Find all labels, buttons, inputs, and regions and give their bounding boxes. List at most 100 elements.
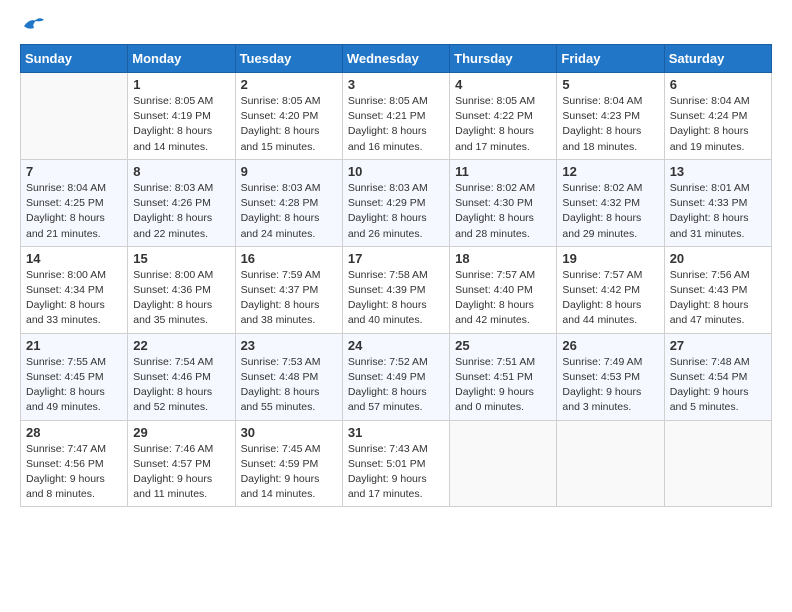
calendar-cell: 31 Sunrise: 7:43 AMSunset: 5:01 PMDayligh… <box>342 420 449 507</box>
calendar-week-row: 1 Sunrise: 8:05 AMSunset: 4:19 PMDaylight… <box>21 73 772 160</box>
day-info: Sunrise: 8:05 AMSunset: 4:21 PMDaylight:… <box>348 94 444 155</box>
page-header <box>20 20 772 34</box>
day-number: 14 <box>26 251 122 266</box>
calendar-week-row: 7Sunrise: 8:04 AMSunset: 4:25 PMDaylight… <box>21 159 772 246</box>
calendar-week-row: 14 Sunrise: 8:00 AMSunset: 4:34 PMDayligh… <box>21 246 772 333</box>
weekday-header-monday: Monday <box>128 45 235 73</box>
day-info: Sunrise: 8:05 AMSunset: 4:22 PMDaylight:… <box>455 94 551 155</box>
calendar-cell: 7Sunrise: 8:04 AMSunset: 4:25 PMDaylight… <box>21 159 128 246</box>
day-number: 28 <box>26 425 122 440</box>
weekday-header-friday: Friday <box>557 45 664 73</box>
day-info: Sunrise: 7:56 AMSunset: 4:43 PMDaylight:… <box>670 268 766 329</box>
weekday-header-saturday: Saturday <box>664 45 771 73</box>
day-number: 22 <box>133 338 229 353</box>
calendar-cell: 24 Sunrise: 7:52 AMSunset: 4:49 PMDayligh… <box>342 333 449 420</box>
calendar-cell: 15 Sunrise: 8:00 AMSunset: 4:36 PMDayligh… <box>128 246 235 333</box>
calendar-cell: 16 Sunrise: 7:59 AMSunset: 4:37 PMDayligh… <box>235 246 342 333</box>
day-info: Sunrise: 7:57 AMSunset: 4:42 PMDaylight:… <box>562 268 658 329</box>
calendar-cell: 19 Sunrise: 7:57 AMSunset: 4:42 PMDayligh… <box>557 246 664 333</box>
day-info: Sunrise: 7:52 AMSunset: 4:49 PMDaylight:… <box>348 355 444 416</box>
day-number: 24 <box>348 338 444 353</box>
calendar-cell: 4 Sunrise: 8:05 AMSunset: 4:22 PMDaylight… <box>450 73 557 160</box>
calendar-cell: 29Sunrise: 7:46 AMSunset: 4:57 PMDayligh… <box>128 420 235 507</box>
day-number: 3 <box>348 77 444 92</box>
day-number: 1 <box>133 77 229 92</box>
day-number: 13 <box>670 164 766 179</box>
day-info: Sunrise: 8:03 AMSunset: 4:29 PMDaylight:… <box>348 181 444 242</box>
calendar-cell: 21Sunrise: 7:55 AMSunset: 4:45 PMDayligh… <box>21 333 128 420</box>
day-number: 19 <box>562 251 658 266</box>
day-number: 16 <box>241 251 337 266</box>
day-number: 25 <box>455 338 551 353</box>
day-info: Sunrise: 7:48 AMSunset: 4:54 PMDaylight:… <box>670 355 766 416</box>
calendar-table: SundayMondayTuesdayWednesdayThursdayFrid… <box>20 44 772 507</box>
day-info: Sunrise: 8:00 AMSunset: 4:36 PMDaylight:… <box>133 268 229 329</box>
day-info: Sunrise: 7:49 AMSunset: 4:53 PMDaylight:… <box>562 355 658 416</box>
day-info: Sunrise: 8:03 AMSunset: 4:28 PMDaylight:… <box>241 181 337 242</box>
day-info: Sunrise: 8:03 AMSunset: 4:26 PMDaylight:… <box>133 181 229 242</box>
calendar-cell: 27 Sunrise: 7:48 AMSunset: 4:54 PMDayligh… <box>664 333 771 420</box>
day-info: Sunrise: 7:47 AMSunset: 4:56 PMDaylight:… <box>26 442 122 503</box>
day-number: 15 <box>133 251 229 266</box>
weekday-header-sunday: Sunday <box>21 45 128 73</box>
calendar-cell: 1 Sunrise: 8:05 AMSunset: 4:19 PMDaylight… <box>128 73 235 160</box>
day-info: Sunrise: 7:45 AMSunset: 4:59 PMDaylight:… <box>241 442 337 503</box>
day-number: 26 <box>562 338 658 353</box>
day-info: Sunrise: 8:02 AMSunset: 4:32 PMDaylight:… <box>562 181 658 242</box>
calendar-cell: 2 Sunrise: 8:05 AMSunset: 4:20 PMDaylight… <box>235 73 342 160</box>
calendar-cell: 20Sunrise: 7:56 AMSunset: 4:43 PMDayligh… <box>664 246 771 333</box>
day-info: Sunrise: 8:05 AMSunset: 4:19 PMDaylight:… <box>133 94 229 155</box>
day-number: 8 <box>133 164 229 179</box>
day-info: Sunrise: 7:51 AMSunset: 4:51 PMDaylight:… <box>455 355 551 416</box>
day-info: Sunrise: 8:02 AMSunset: 4:30 PMDaylight:… <box>455 181 551 242</box>
calendar-cell: 26 Sunrise: 7:49 AMSunset: 4:53 PMDayligh… <box>557 333 664 420</box>
day-number: 21 <box>26 338 122 353</box>
calendar-cell: 3 Sunrise: 8:05 AMSunset: 4:21 PMDaylight… <box>342 73 449 160</box>
day-number: 31 <box>348 425 444 440</box>
calendar-cell: 5Sunrise: 8:04 AMSunset: 4:23 PMDaylight… <box>557 73 664 160</box>
day-number: 18 <box>455 251 551 266</box>
day-info: Sunrise: 8:05 AMSunset: 4:20 PMDaylight:… <box>241 94 337 155</box>
day-number: 4 <box>455 77 551 92</box>
day-info: Sunrise: 8:00 AMSunset: 4:34 PMDaylight:… <box>26 268 122 329</box>
weekday-header-tuesday: Tuesday <box>235 45 342 73</box>
calendar-cell: 25 Sunrise: 7:51 AMSunset: 4:51 PMDayligh… <box>450 333 557 420</box>
calendar-week-row: 28 Sunrise: 7:47 AMSunset: 4:56 PMDayligh… <box>21 420 772 507</box>
day-info: Sunrise: 7:58 AMSunset: 4:39 PMDaylight:… <box>348 268 444 329</box>
calendar-cell: 22 Sunrise: 7:54 AMSunset: 4:46 PMDayligh… <box>128 333 235 420</box>
day-number: 17 <box>348 251 444 266</box>
day-number: 23 <box>241 338 337 353</box>
day-info: Sunrise: 7:46 AMSunset: 4:57 PMDaylight:… <box>133 442 229 503</box>
calendar-cell: 18 Sunrise: 7:57 AMSunset: 4:40 PMDayligh… <box>450 246 557 333</box>
logo-bird-icon <box>22 16 44 34</box>
weekday-header-thursday: Thursday <box>450 45 557 73</box>
calendar-cell: 12 Sunrise: 8:02 AMSunset: 4:32 PMDayligh… <box>557 159 664 246</box>
calendar-cell <box>21 73 128 160</box>
calendar-cell: 8 Sunrise: 8:03 AMSunset: 4:26 PMDaylight… <box>128 159 235 246</box>
day-number: 12 <box>562 164 658 179</box>
calendar-cell: 17 Sunrise: 7:58 AMSunset: 4:39 PMDayligh… <box>342 246 449 333</box>
day-info: Sunrise: 7:54 AMSunset: 4:46 PMDaylight:… <box>133 355 229 416</box>
calendar-cell: 10 Sunrise: 8:03 AMSunset: 4:29 PMDayligh… <box>342 159 449 246</box>
day-info: Sunrise: 7:57 AMSunset: 4:40 PMDaylight:… <box>455 268 551 329</box>
calendar-cell <box>450 420 557 507</box>
calendar-week-row: 21Sunrise: 7:55 AMSunset: 4:45 PMDayligh… <box>21 333 772 420</box>
day-number: 6 <box>670 77 766 92</box>
day-number: 11 <box>455 164 551 179</box>
day-number: 27 <box>670 338 766 353</box>
calendar-cell: 23 Sunrise: 7:53 AMSunset: 4:48 PMDayligh… <box>235 333 342 420</box>
day-info: Sunrise: 7:43 AMSunset: 5:01 PMDaylight:… <box>348 442 444 503</box>
day-info: Sunrise: 8:04 AMSunset: 4:23 PMDaylight:… <box>562 94 658 155</box>
day-info: Sunrise: 7:53 AMSunset: 4:48 PMDaylight:… <box>241 355 337 416</box>
day-info: Sunrise: 8:01 AMSunset: 4:33 PMDaylight:… <box>670 181 766 242</box>
day-number: 10 <box>348 164 444 179</box>
day-info: Sunrise: 7:59 AMSunset: 4:37 PMDaylight:… <box>241 268 337 329</box>
calendar-cell: 6Sunrise: 8:04 AMSunset: 4:24 PMDaylight… <box>664 73 771 160</box>
weekday-header-row: SundayMondayTuesdayWednesdayThursdayFrid… <box>21 45 772 73</box>
calendar-cell: 9Sunrise: 8:03 AMSunset: 4:28 PMDaylight… <box>235 159 342 246</box>
calendar-cell <box>557 420 664 507</box>
calendar-cell: 28 Sunrise: 7:47 AMSunset: 4:56 PMDayligh… <box>21 420 128 507</box>
day-number: 2 <box>241 77 337 92</box>
day-number: 7 <box>26 164 122 179</box>
day-number: 30 <box>241 425 337 440</box>
